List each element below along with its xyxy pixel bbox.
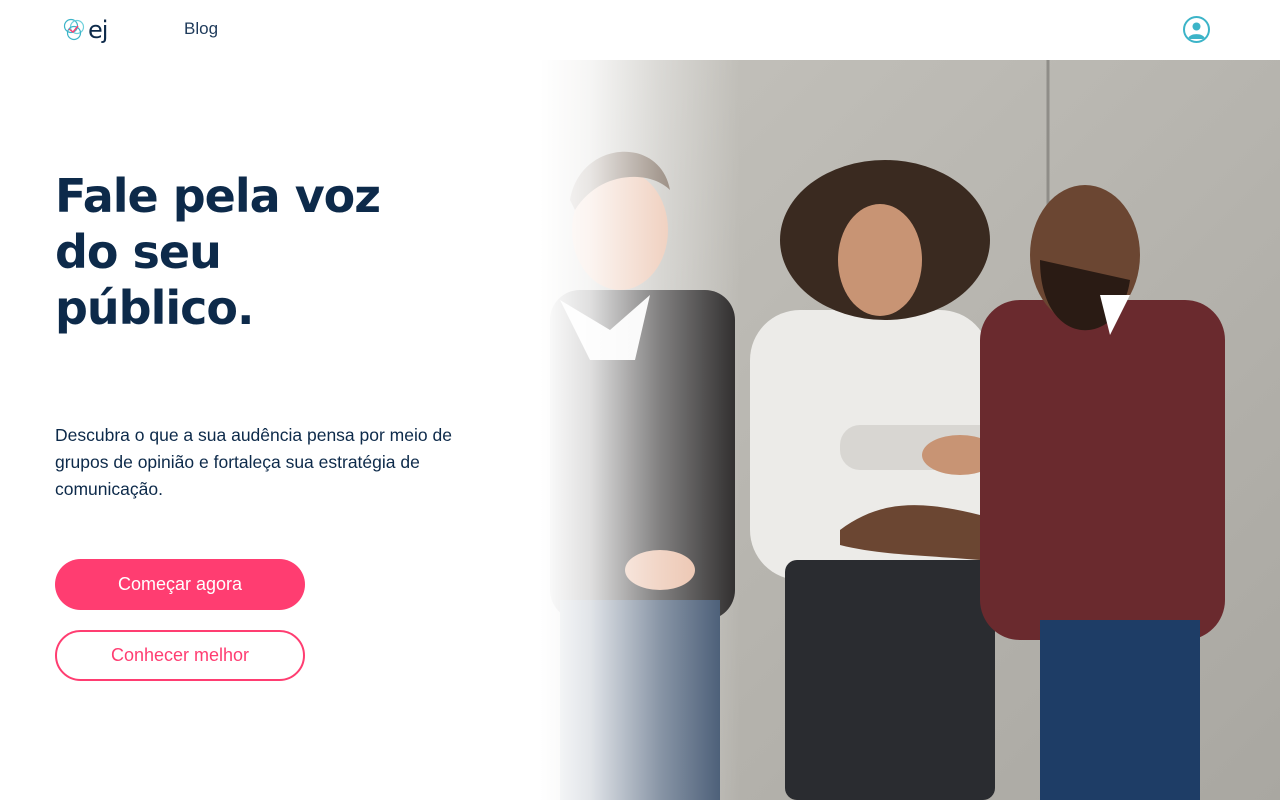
logo-link[interactable]: ej <box>62 14 110 46</box>
learn-more-button[interactable]: Conhecer melhor <box>55 630 305 681</box>
hero-photo <box>540 60 1280 800</box>
user-circle-icon <box>1188 22 1205 39</box>
hero-description: Descubra o que a sua audência pensa por … <box>55 425 452 499</box>
headline-line-2: do seu <box>55 225 222 279</box>
ej-logo-icon <box>63 18 85 41</box>
headline-line-3: público. <box>55 281 254 335</box>
nav-blog-link[interactable]: Blog <box>184 19 218 39</box>
photo-fade-overlay <box>540 60 740 800</box>
headline-line-1: Fale pela voz <box>55 169 381 223</box>
site-header: ej Blog <box>0 0 1280 60</box>
user-account-button[interactable] <box>1183 16 1210 43</box>
start-now-button[interactable]: Começar agora <box>55 559 305 610</box>
hero-headline: Fale pela voz do seu público. <box>55 168 475 336</box>
logo-text: ej <box>88 16 108 44</box>
